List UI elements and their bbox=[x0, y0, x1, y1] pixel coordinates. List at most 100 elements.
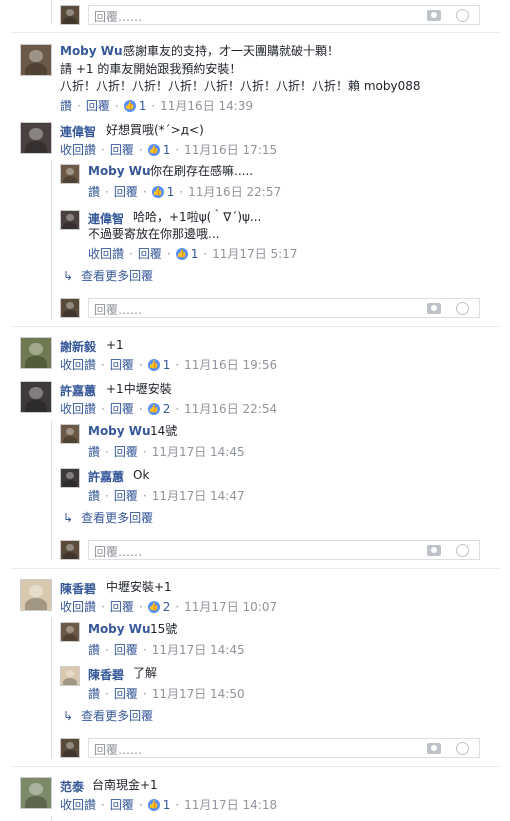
comment-author[interactable]: 許嘉蕙 bbox=[60, 382, 96, 399]
reply-timestamp[interactable]: 11月17日 14:50 bbox=[152, 685, 245, 702]
comment-timestamp[interactable]: 11月16日 19:56 bbox=[184, 356, 277, 373]
unlike-button[interactable]: 收回讚 bbox=[60, 141, 96, 158]
more-replies-link[interactable]: ↳ 查看更多回覆 bbox=[63, 267, 153, 284]
more-replies-link[interactable]: ↳ 查看更多回覆 bbox=[63, 707, 153, 724]
reply-button[interactable]: 回覆 bbox=[110, 400, 134, 417]
avatar[interactable] bbox=[60, 424, 80, 444]
avatar[interactable] bbox=[60, 468, 80, 488]
like-button[interactable]: 讚 bbox=[88, 487, 100, 504]
reply-button[interactable]: 回覆 bbox=[114, 183, 138, 200]
reply-button[interactable]: 回覆 bbox=[110, 796, 134, 813]
avatar[interactable] bbox=[20, 122, 52, 154]
camera-icon[interactable] bbox=[427, 10, 441, 21]
comment-timestamp[interactable]: 11月17日 14:18 bbox=[184, 796, 277, 813]
reply-author[interactable]: Moby Wu bbox=[88, 622, 151, 636]
like-button[interactable]: 讚 bbox=[88, 183, 100, 200]
comment-timestamp[interactable]: 11月17日 10:07 bbox=[184, 598, 277, 615]
comment-actions: 收回讚 · 回覆 · 👍 2 · 11月17日 10:07 bbox=[60, 598, 278, 615]
reply-input[interactable]: 回覆…… bbox=[88, 540, 480, 560]
reply-author[interactable]: Moby Wu bbox=[88, 164, 151, 178]
comment-author[interactable]: Moby Wu bbox=[60, 44, 123, 58]
comment-timestamp[interactable]: 11月16日 17:15 bbox=[184, 141, 277, 158]
avatar[interactable] bbox=[60, 666, 80, 686]
emoji-icon[interactable] bbox=[456, 742, 469, 755]
unlike-button[interactable]: 收回讚 bbox=[60, 796, 96, 813]
reply-actions: 讚 · 回覆 · 11月17日 14:45 bbox=[88, 641, 245, 658]
thumbs-up-icon: 👍 bbox=[147, 798, 160, 811]
reply-input[interactable]: 回覆…… bbox=[88, 5, 480, 25]
reply-timestamp[interactable]: 11月17日 14:45 bbox=[152, 641, 245, 658]
comment-author[interactable]: 謝新毅 bbox=[60, 338, 96, 355]
reply-author[interactable]: Moby Wu bbox=[88, 424, 151, 438]
comment-timestamp[interactable]: 11月16日 22:54 bbox=[184, 400, 277, 417]
unlike-button[interactable]: 收回讚 bbox=[60, 400, 96, 417]
avatar[interactable] bbox=[60, 540, 80, 560]
unlike-button[interactable]: 收回讚 bbox=[88, 245, 124, 262]
comment-author[interactable]: 范泰 bbox=[60, 778, 84, 795]
comment-author[interactable]: 陳香碧 bbox=[60, 580, 96, 597]
comment-feed: 回覆…… Moby Wu 感謝車友的支持，才一天團購就破十顆！ 請 +1 的車友… bbox=[0, 0, 510, 821]
avatar[interactable] bbox=[60, 622, 80, 642]
reply-placeholder: 回覆…… bbox=[94, 743, 143, 757]
reply-author[interactable]: 陳香碧 bbox=[88, 666, 124, 683]
avatar[interactable] bbox=[60, 738, 80, 758]
reply-timestamp[interactable]: 11月17日 14:47 bbox=[152, 487, 245, 504]
reply-timestamp[interactable]: 11月17日 5:17 bbox=[212, 245, 297, 262]
reply-arrow-icon: ↳ bbox=[63, 269, 74, 283]
like-button[interactable]: 讚 bbox=[88, 685, 100, 702]
comment-timestamp[interactable]: 11月16日 14:39 bbox=[160, 97, 253, 114]
avatar[interactable] bbox=[20, 381, 52, 413]
reply-timestamp[interactable]: 11月17日 14:45 bbox=[152, 443, 245, 460]
emoji-icon[interactable] bbox=[456, 9, 469, 22]
comment-author[interactable]: 連偉智 bbox=[60, 123, 96, 140]
camera-icon[interactable] bbox=[427, 545, 441, 556]
like-button[interactable]: 讚 bbox=[88, 641, 100, 658]
avatar[interactable] bbox=[60, 164, 80, 184]
avatar[interactable] bbox=[20, 777, 52, 809]
camera-icon[interactable] bbox=[427, 743, 441, 754]
reply-button[interactable]: 回覆 bbox=[86, 97, 110, 114]
like-count[interactable]: 2 bbox=[163, 600, 171, 614]
like-count[interactable]: 1 bbox=[163, 143, 171, 157]
avatar[interactable] bbox=[20, 44, 52, 76]
reply-text: 15號 bbox=[150, 622, 178, 636]
comment-text: 好想買哦(*´>д<) bbox=[106, 123, 204, 137]
reply-button[interactable]: 回覆 bbox=[114, 443, 138, 460]
avatar[interactable] bbox=[60, 210, 80, 230]
reply-button[interactable]: 回覆 bbox=[138, 245, 162, 262]
reply-author[interactable]: 許嘉蕙 bbox=[88, 468, 124, 485]
emoji-icon[interactable] bbox=[456, 302, 469, 315]
thread-line bbox=[51, 160, 52, 320]
camera-icon[interactable] bbox=[427, 303, 441, 314]
avatar[interactable] bbox=[20, 579, 52, 611]
like-count[interactable]: 2 bbox=[163, 402, 171, 416]
reply-button[interactable]: 回覆 bbox=[114, 487, 138, 504]
reply-input[interactable]: 回覆…… bbox=[88, 738, 480, 758]
reply-input[interactable]: 回覆…… bbox=[88, 298, 480, 318]
comment-actions: 收回讚 · 回覆 · 👍 1 · 11月16日 19:56 bbox=[60, 356, 278, 373]
thumbs-up-icon: 👍 bbox=[147, 358, 160, 371]
reply-button[interactable]: 回覆 bbox=[110, 598, 134, 615]
more-replies-link[interactable]: ↳ 查看更多回覆 bbox=[63, 509, 153, 526]
avatar[interactable] bbox=[60, 298, 80, 318]
reply-author[interactable]: 連偉智 bbox=[88, 210, 124, 227]
reply-button[interactable]: 回覆 bbox=[114, 685, 138, 702]
like-count[interactable]: 1 bbox=[163, 798, 171, 812]
unlike-button[interactable]: 收回讚 bbox=[60, 356, 96, 373]
reply-text: 了解 bbox=[133, 666, 158, 680]
reply-timestamp[interactable]: 11月16日 22:57 bbox=[188, 183, 281, 200]
comment-text: +1 bbox=[106, 338, 124, 352]
like-count[interactable]: 1 bbox=[191, 247, 199, 261]
reply-button[interactable]: 回覆 bbox=[110, 356, 134, 373]
unlike-button[interactable]: 收回讚 bbox=[60, 598, 96, 615]
like-button[interactable]: 讚 bbox=[60, 97, 72, 114]
like-count[interactable]: 1 bbox=[139, 99, 147, 113]
like-count[interactable]: 1 bbox=[167, 185, 175, 199]
like-button[interactable]: 讚 bbox=[88, 443, 100, 460]
avatar[interactable] bbox=[20, 337, 52, 369]
avatar[interactable] bbox=[60, 5, 80, 25]
like-count[interactable]: 1 bbox=[163, 358, 171, 372]
reply-button[interactable]: 回覆 bbox=[114, 641, 138, 658]
emoji-icon[interactable] bbox=[456, 544, 469, 557]
reply-button[interactable]: 回覆 bbox=[110, 141, 134, 158]
